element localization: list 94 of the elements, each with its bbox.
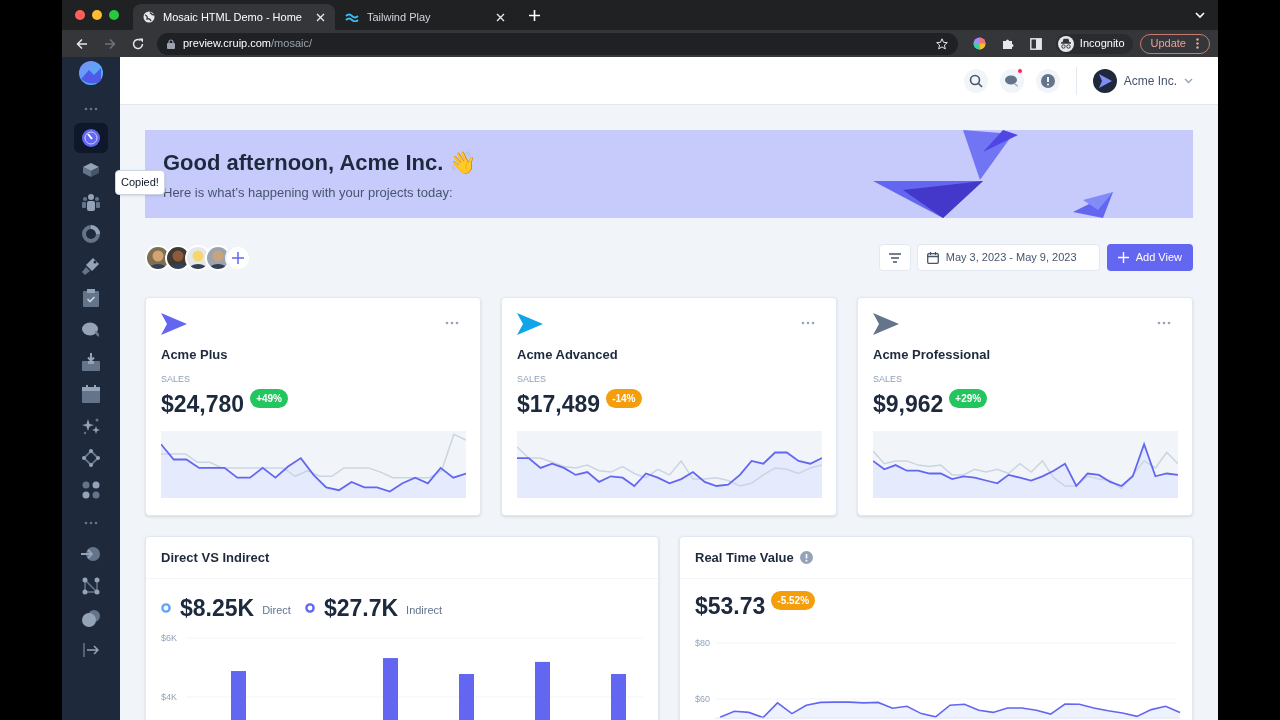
tab-title: Mosaic HTML Demo - Home [163, 9, 303, 25]
bar [383, 657, 398, 720]
donut-chart-icon[interactable] [82, 225, 100, 243]
gauge-icon[interactable] [81, 128, 101, 148]
axis-tick-label: $80 [695, 638, 711, 648]
diamond-nodes-icon[interactable] [82, 449, 100, 467]
browser-tab[interactable]: Tailwind Play [334, 4, 515, 30]
messages-button[interactable] [999, 68, 1024, 93]
sparkle-icon[interactable] [82, 417, 100, 435]
filter-button[interactable] [878, 244, 911, 271]
search-icon [968, 73, 983, 88]
product-name: Acme Advanced [517, 346, 619, 364]
more-icon[interactable] [801, 321, 815, 325]
logo-icon[interactable] [79, 61, 103, 85]
info-button[interactable] [1035, 68, 1060, 93]
more-icon[interactable] [84, 521, 98, 525]
chat-icon [1004, 73, 1019, 88]
globe-icon [143, 11, 155, 23]
close-icon[interactable] [315, 12, 325, 22]
bar [459, 673, 474, 720]
more-icon [1196, 38, 1199, 49]
browser-tab[interactable]: Mosaic HTML Demo - Home [133, 4, 335, 30]
bar [535, 661, 550, 720]
close-icon[interactable] [495, 12, 505, 22]
circles-icon[interactable] [81, 609, 101, 627]
change-badge: +49% [250, 389, 288, 408]
info-icon [1040, 73, 1055, 88]
clipboard-check-icon[interactable] [83, 289, 99, 307]
change-badge: +29% [949, 389, 988, 408]
greeting-subtitle: Here is what’s happening with your projects today: [163, 183, 454, 202]
sales-value: $17,489 [517, 390, 601, 419]
more-icon[interactable] [1157, 321, 1171, 325]
chat-icon[interactable] [82, 322, 100, 338]
tooltip: Copied! [115, 170, 165, 195]
sidebar-item[interactable] [74, 123, 108, 153]
tag-icon[interactable] [82, 257, 100, 275]
cube-icon[interactable] [82, 162, 100, 178]
search-button[interactable] [963, 68, 988, 93]
url-text: preview.cruip.com/mosaic/ [183, 36, 313, 52]
tab-search-icon[interactable] [1195, 11, 1205, 19]
people-icon[interactable] [82, 193, 100, 211]
bookmark-star-icon[interactable] [935, 37, 948, 50]
address-field[interactable]: preview.cruip.com/mosaic/ [157, 32, 958, 55]
bar [231, 670, 246, 720]
calendar-icon [926, 251, 939, 264]
greeting-title: Good afternoon, Acme Inc. 👋 [163, 148, 478, 177]
sales-value: $24,780 [161, 390, 245, 419]
profile-button[interactable]: Incognito [1055, 33, 1133, 54]
legend-value: $27.7K [323, 594, 399, 623]
tab-title: Tailwind Play [366, 9, 432, 25]
lock-icon [167, 38, 175, 49]
card-title: Real Time Value [695, 548, 794, 567]
info-icon[interactable] [799, 551, 813, 564]
account-menu[interactable]: Acme Inc. [1092, 68, 1193, 93]
legend-label: Indirect [406, 603, 443, 618]
wave-icon [344, 12, 359, 22]
plus-icon [1117, 252, 1129, 263]
account-avatar-icon [1092, 68, 1117, 93]
new-tab-icon[interactable] [528, 9, 540, 21]
metric-label: SALES [161, 372, 192, 386]
reload-icon[interactable] [132, 37, 144, 50]
legend-label: Direct [262, 603, 291, 618]
plus-icon [232, 251, 244, 264]
add-view-button[interactable]: Add View [1106, 244, 1193, 271]
inbox-icon[interactable] [82, 353, 100, 371]
metric-label: SALES [517, 372, 548, 386]
value-text: $53.73 [695, 592, 766, 621]
card-title: Direct VS Indirect [161, 548, 270, 567]
puzzle-icon[interactable] [1001, 37, 1014, 50]
bar [611, 673, 626, 720]
legend-value: $8.25K [180, 594, 255, 623]
arrow-in-icon[interactable] [81, 546, 101, 562]
calendar-icon[interactable] [82, 385, 100, 403]
metric-label: SALES [873, 372, 904, 386]
extension-icon[interactable] [972, 37, 986, 50]
axis-tick-label: $60 [695, 694, 711, 704]
side-panel-icon[interactable] [1029, 37, 1042, 50]
axis-tick-label: $6K [161, 632, 177, 643]
change-badge: -5.52% [771, 591, 816, 610]
grid-dots-icon[interactable] [82, 481, 100, 499]
collapse-icon[interactable] [83, 643, 99, 657]
product-name: Acme Professional [873, 346, 992, 364]
filter-icon [888, 252, 901, 263]
more-icon[interactable] [84, 107, 98, 111]
incognito-icon [1057, 35, 1074, 52]
change-badge: -14% [606, 389, 642, 408]
sales-value: $9,962 [873, 390, 944, 419]
chevron-down-icon [1184, 77, 1193, 84]
axis-tick-label: $4K [161, 691, 177, 702]
more-icon[interactable] [445, 321, 459, 325]
network-icon[interactable] [82, 577, 100, 595]
product-name: Acme Plus [161, 346, 229, 364]
back-icon[interactable] [76, 37, 88, 50]
date-range-picker[interactable]: May 3, 2023 - May 9, 2023 [916, 244, 1100, 271]
